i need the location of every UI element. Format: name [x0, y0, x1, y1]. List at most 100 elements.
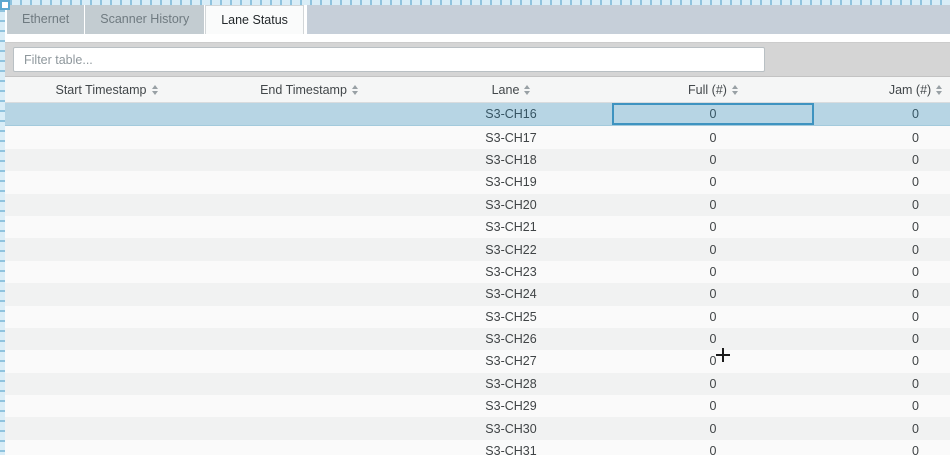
cell-lane[interactable]: S3-CH18: [410, 149, 612, 171]
cell-end-timestamp[interactable]: [208, 261, 410, 283]
tab[interactable]: Lane Status: [205, 5, 304, 34]
cell-jam-count[interactable]: 0: [814, 126, 950, 149]
cell-lane[interactable]: S3-CH20: [410, 194, 612, 216]
column-header[interactable]: End Timestamp: [208, 77, 410, 103]
cell-start-timestamp[interactable]: [5, 350, 208, 372]
cell-full-count[interactable]: 0: [612, 149, 814, 171]
cell-end-timestamp[interactable]: [208, 395, 410, 417]
cell-jam-count[interactable]: 0: [814, 417, 950, 439]
cell-jam-count[interactable]: 0: [814, 238, 950, 260]
cell-start-timestamp[interactable]: [5, 440, 208, 455]
cell-start-timestamp[interactable]: [5, 216, 208, 238]
cell-start-timestamp[interactable]: [5, 171, 208, 193]
cell-start-timestamp[interactable]: [5, 306, 208, 328]
cell-full-count[interactable]: 0: [612, 283, 814, 305]
cell-jam-count[interactable]: 0: [814, 283, 950, 305]
cell-full-count[interactable]: 0: [612, 216, 814, 238]
cell-end-timestamp[interactable]: [208, 283, 410, 305]
table-row[interactable]: S3-CH24 0 0: [5, 283, 950, 305]
cell-lane[interactable]: S3-CH28: [410, 373, 612, 395]
cell-start-timestamp[interactable]: [5, 328, 208, 350]
cell-lane[interactable]: S3-CH27: [410, 350, 612, 372]
cell-end-timestamp[interactable]: [208, 149, 410, 171]
cell-end-timestamp[interactable]: [208, 126, 410, 149]
cell-end-timestamp[interactable]: [208, 328, 410, 350]
cell-start-timestamp[interactable]: [5, 126, 208, 149]
cell-lane[interactable]: S3-CH17: [410, 126, 612, 149]
cell-lane[interactable]: S3-CH29: [410, 395, 612, 417]
cell-jam-count[interactable]: 0: [814, 306, 950, 328]
column-header[interactable]: Jam (#): [814, 77, 950, 103]
table-row[interactable]: S3-CH19 0 0: [5, 171, 950, 193]
cell-lane[interactable]: S3-CH23: [410, 261, 612, 283]
cell-end-timestamp[interactable]: [208, 417, 410, 439]
cell-end-timestamp[interactable]: [208, 373, 410, 395]
cell-full-count[interactable]: 0: [612, 306, 814, 328]
cell-end-timestamp[interactable]: [208, 306, 410, 328]
table-row[interactable]: S3-CH23 0 0: [5, 261, 950, 283]
table-row[interactable]: S3-CH26 0 0: [5, 328, 950, 350]
cell-lane[interactable]: S3-CH30: [410, 417, 612, 439]
cell-jam-count[interactable]: 0: [814, 395, 950, 417]
cell-start-timestamp[interactable]: [5, 103, 208, 126]
table-row[interactable]: S3-CH29 0 0: [5, 395, 950, 417]
table-row[interactable]: S3-CH22 0 0: [5, 238, 950, 260]
cell-jam-count[interactable]: 0: [814, 103, 950, 126]
tab[interactable]: Ethernet: [7, 5, 84, 34]
cell-full-count[interactable]: 0: [612, 350, 814, 372]
cell-jam-count[interactable]: 0: [814, 328, 950, 350]
cell-full-count[interactable]: 0: [612, 103, 814, 126]
table-row[interactable]: S3-CH28 0 0: [5, 373, 950, 395]
cell-full-count[interactable]: 0: [612, 440, 814, 455]
cell-lane[interactable]: S3-CH26: [410, 328, 612, 350]
table-row[interactable]: S3-CH30 0 0: [5, 417, 950, 439]
cell-jam-count[interactable]: 0: [814, 261, 950, 283]
tab[interactable]: Scanner History: [85, 5, 204, 34]
column-header[interactable]: Lane: [410, 77, 612, 103]
cell-full-count[interactable]: 0: [612, 194, 814, 216]
cell-jam-count[interactable]: 0: [814, 350, 950, 372]
table-row[interactable]: S3-CH27 0 0: [5, 350, 950, 372]
cell-full-count[interactable]: 0: [612, 328, 814, 350]
cell-lane[interactable]: S3-CH21: [410, 216, 612, 238]
cell-full-count[interactable]: 0: [612, 395, 814, 417]
table-row[interactable]: S3-CH16 0 0: [5, 103, 950, 126]
table-row[interactable]: S3-CH18 0 0: [5, 149, 950, 171]
cell-end-timestamp[interactable]: [208, 103, 410, 126]
cell-jam-count[interactable]: 0: [814, 440, 950, 455]
column-header[interactable]: Start Timestamp: [5, 77, 208, 103]
cell-start-timestamp[interactable]: [5, 417, 208, 439]
cell-lane[interactable]: S3-CH24: [410, 283, 612, 305]
filter-input[interactable]: [13, 47, 765, 72]
cell-jam-count[interactable]: 0: [814, 194, 950, 216]
cell-lane[interactable]: S3-CH19: [410, 171, 612, 193]
table-row[interactable]: S3-CH25 0 0: [5, 306, 950, 328]
cell-start-timestamp[interactable]: [5, 194, 208, 216]
cell-full-count[interactable]: 0: [612, 238, 814, 260]
table-row[interactable]: S3-CH20 0 0: [5, 194, 950, 216]
cell-start-timestamp[interactable]: [5, 373, 208, 395]
cell-end-timestamp[interactable]: [208, 216, 410, 238]
column-header[interactable]: Full (#): [612, 77, 814, 103]
table-row[interactable]: S3-CH17 0 0: [5, 126, 950, 149]
cell-end-timestamp[interactable]: [208, 171, 410, 193]
cell-end-timestamp[interactable]: [208, 238, 410, 260]
cell-full-count[interactable]: 0: [612, 171, 814, 193]
cell-start-timestamp[interactable]: [5, 395, 208, 417]
cell-lane[interactable]: S3-CH25: [410, 306, 612, 328]
cell-full-count[interactable]: 0: [612, 373, 814, 395]
cell-lane[interactable]: S3-CH16: [410, 103, 612, 126]
selection-resize-handle-icon[interactable]: [0, 0, 10, 10]
cell-jam-count[interactable]: 0: [814, 373, 950, 395]
cell-jam-count[interactable]: 0: [814, 171, 950, 193]
cell-end-timestamp[interactable]: [208, 194, 410, 216]
cell-lane[interactable]: S3-CH31: [410, 440, 612, 455]
cell-jam-count[interactable]: 0: [814, 216, 950, 238]
cell-full-count[interactable]: 0: [612, 126, 814, 149]
cell-lane[interactable]: S3-CH22: [410, 238, 612, 260]
table-row[interactable]: S3-CH31 0 0: [5, 440, 950, 455]
cell-start-timestamp[interactable]: [5, 261, 208, 283]
cell-full-count[interactable]: 0: [612, 261, 814, 283]
table-row[interactable]: S3-CH21 0 0: [5, 216, 950, 238]
cell-start-timestamp[interactable]: [5, 149, 208, 171]
